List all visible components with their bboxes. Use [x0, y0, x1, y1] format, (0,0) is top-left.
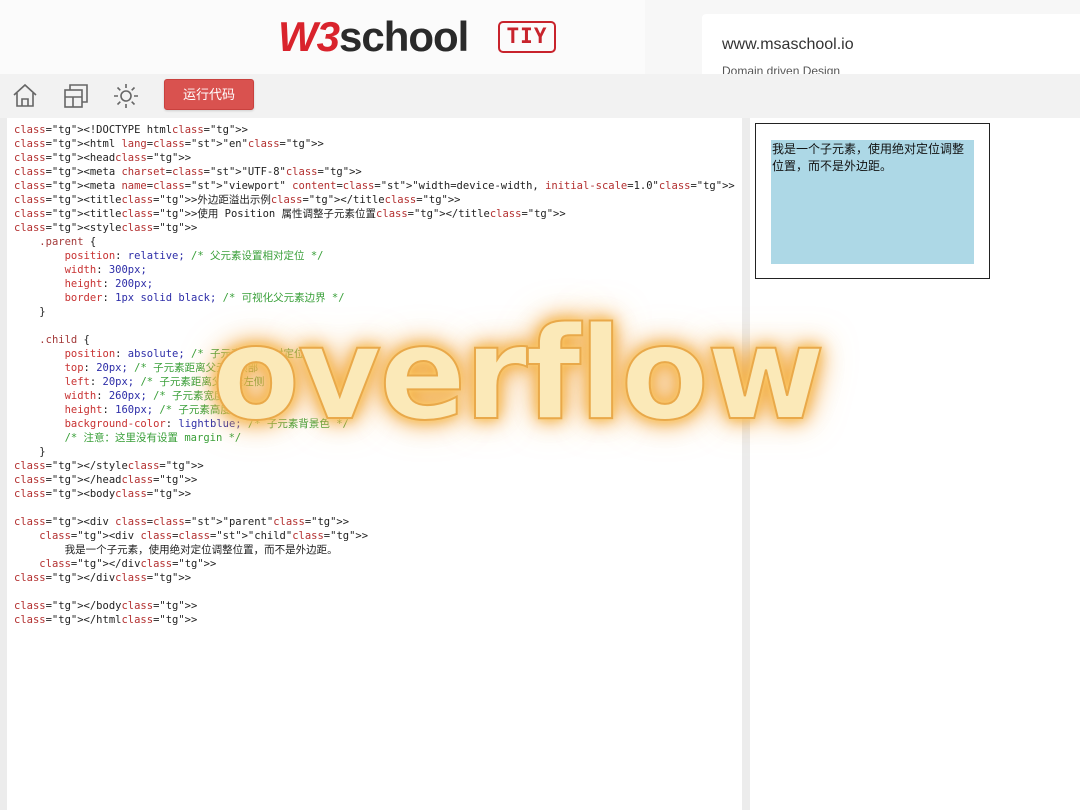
preview-child-box: 我是一个子元素，使用绝对定位调整位置，而不是外边距。 [771, 140, 974, 264]
layout-icon[interactable] [62, 82, 90, 110]
top-banner: W3school TIY www.msaschool.io Domain dri… [0, 0, 1080, 74]
code-line: position: relative; /* 父元素设置相对定位 */ [64, 250, 324, 262]
code-line: class="tg"></divclass="tg">> [14, 572, 192, 584]
ad-url: www.msaschool.io [722, 36, 854, 53]
code-line: class="tg"><titleclass="tg">>外边距溢出示例clas… [14, 194, 461, 206]
code-line: class="tg"><titleclass="tg">>使用 Position… [14, 208, 566, 220]
preview-parent-box: 我是一个子元素，使用绝对定位调整位置，而不是外边距。 [755, 123, 990, 279]
code-line: class="tg"><bodyclass="tg">> [14, 488, 192, 500]
result-preview: 我是一个子元素，使用绝对定位调整位置，而不是外边距。 [750, 118, 1080, 810]
overflow-overlay-title: overflow [211, 299, 826, 450]
w3school-logo[interactable]: W3school [278, 14, 469, 60]
code-line: class="tg"><div class=class="st">"child"… [39, 530, 369, 542]
code-line: class="tg"></htmlclass="tg">> [14, 614, 198, 626]
home-icon[interactable] [11, 82, 39, 110]
code-editor[interactable]: class="tg"><!DOCTYPE htmlclass="tg">> cla… [7, 118, 742, 810]
code-line: class="tg"><meta charset=class="st">"UTF… [14, 166, 362, 178]
code-line: class="tg"><headclass="tg">> [14, 152, 192, 164]
code-line: class="tg"></styleclass="tg">> [14, 460, 204, 472]
run-code-button[interactable]: 运行代码 [164, 79, 254, 110]
ad-tagline: Domain driven Design [722, 64, 841, 74]
ad-banner[interactable]: www.msaschool.io Domain driven Design [702, 14, 1080, 74]
code-line: class="tg"><html lang=class="st">"en"cla… [14, 138, 324, 150]
code-line: width: 300px; [64, 264, 147, 276]
code-line: class="tg"></bodyclass="tg">> [14, 600, 198, 612]
code-line: ​ [14, 585, 735, 599]
theme-sun-icon[interactable] [112, 82, 140, 110]
code-line: .parent { [39, 236, 97, 248]
code-line: class="tg"><div class=class="st">"parent… [14, 516, 350, 528]
code-line: class="tg"></headclass="tg">> [14, 474, 198, 486]
code-line: height: 200px; [64, 278, 154, 290]
tiy-badge: TIY [498, 21, 556, 53]
pane-divider[interactable] [742, 118, 750, 810]
w3school-header: W3school TIY [0, 0, 645, 74]
code-line: class="tg"><!DOCTYPE htmlclass="tg">> [14, 124, 248, 136]
code-line: class="tg"><meta name=class="st">"viewpo… [14, 180, 735, 192]
code-line: class="tg"><styleclass="tg">> [14, 222, 198, 234]
code-line: 我是一个子元素，使用绝对定位调整位置，而不是外边距。 [14, 544, 338, 556]
code-line: class="tg"></divclass="tg">> [39, 558, 217, 570]
code-line: ​ [14, 501, 735, 515]
toolbar: 运行代码 [0, 74, 1080, 118]
